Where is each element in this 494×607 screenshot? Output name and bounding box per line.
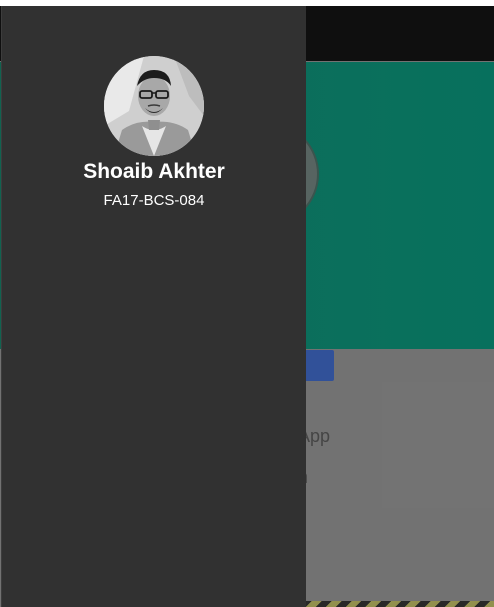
profile-student-id: FA17-BCS-084	[103, 192, 205, 209]
user-photo-icon	[104, 56, 204, 156]
profile-avatar[interactable]	[104, 56, 204, 156]
navigation-drawer: Shoaib Akhter FA17-BCS-084	[1, 6, 306, 607]
profile-name: Shoaib Akhter	[83, 160, 225, 183]
